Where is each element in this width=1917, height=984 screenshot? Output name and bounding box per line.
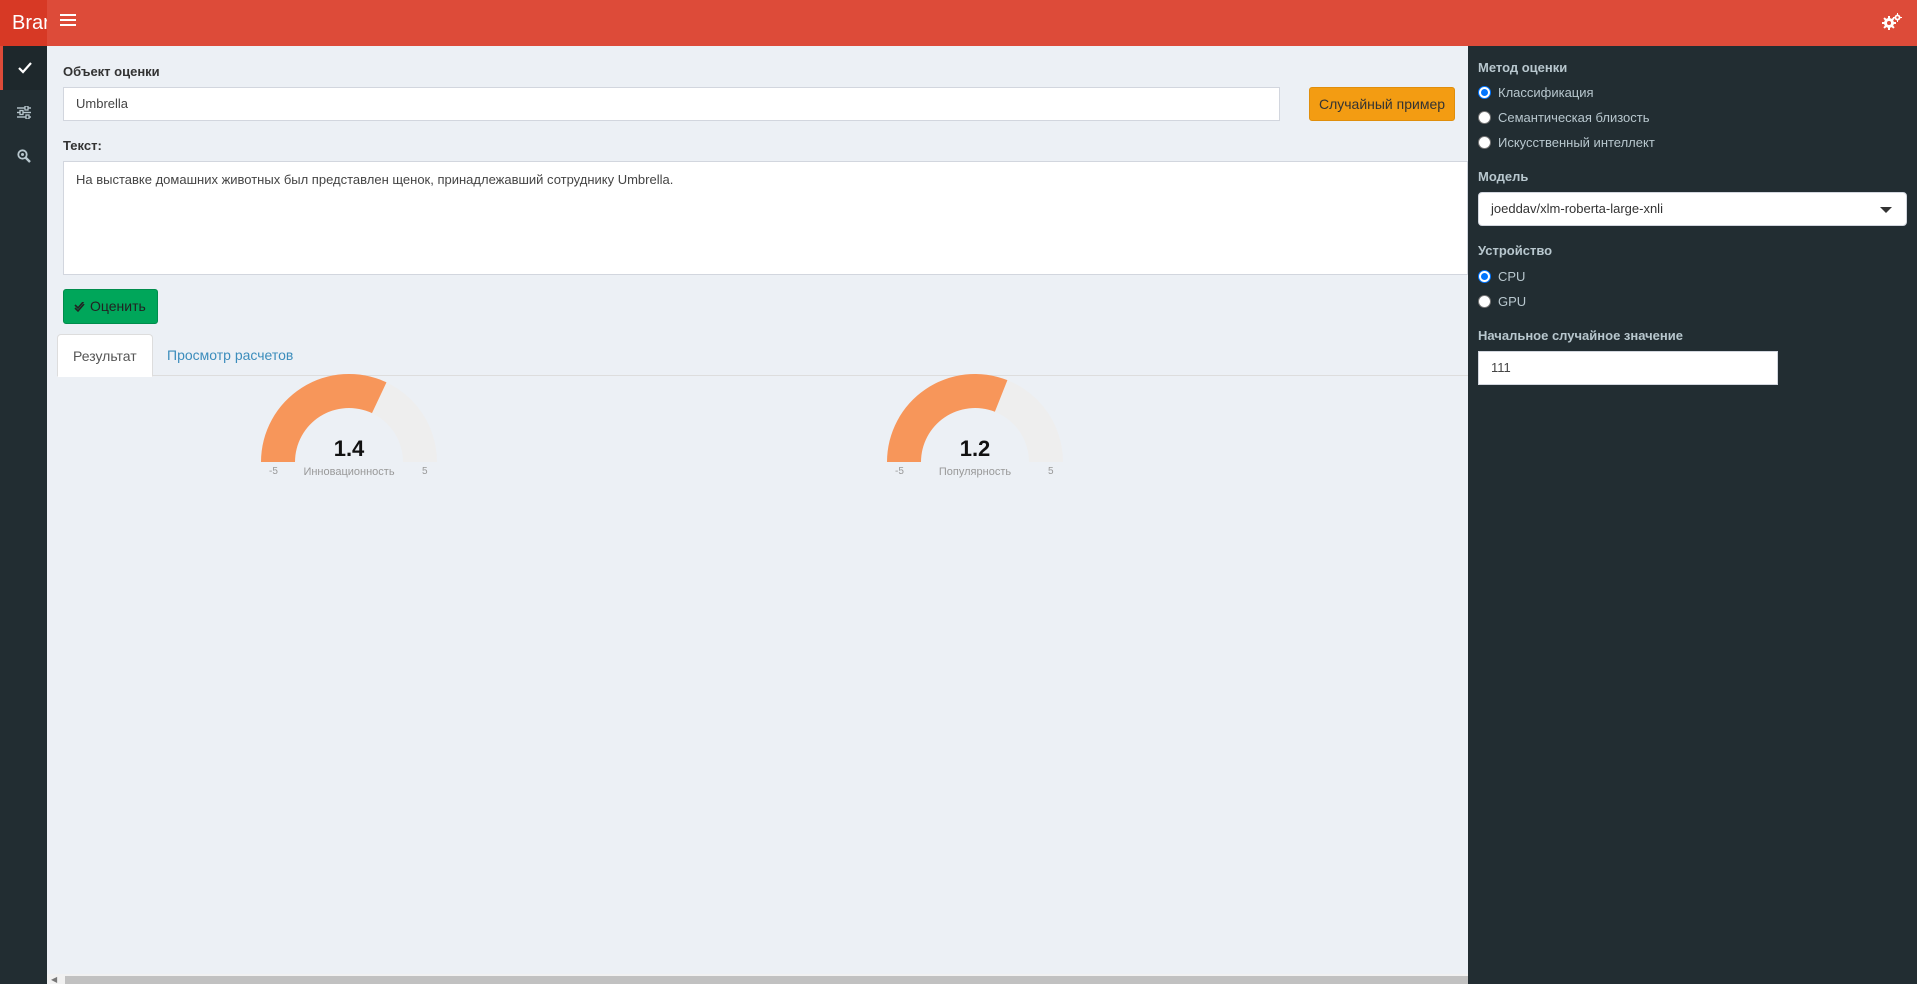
radio-semantic-button[interactable] [1478, 110, 1491, 124]
random-example-button[interactable]: Случайный пример [1309, 87, 1455, 121]
seed-input[interactable]: 111 [1478, 351, 1778, 385]
gauge-popularity-max: 5 [1048, 466, 1054, 477]
object-input[interactable]: Umbrella [63, 87, 1280, 121]
radio-cpu-label: CPU [1498, 268, 1526, 284]
double-check-icon [74, 300, 85, 313]
top-navbar: Brar [0, 0, 1917, 46]
main-content: Объект оценки Umbrella Случайный пример … [47, 46, 1468, 984]
result-tabs: Результат Просмотр расчетов [57, 334, 1468, 377]
gauge-innovation: 1.4 -5 Инновационность 5 [259, 374, 459, 484]
sliders-icon [16, 105, 31, 119]
scroll-left-icon[interactable]: ◀ [51, 975, 57, 984]
sidebar-item-inspect[interactable] [0, 134, 47, 178]
radio-semantic-label: Семантическая близость [1498, 109, 1650, 125]
method-title: Метод оценки [1478, 60, 1568, 75]
gauge-popularity-value: 1.2 [959, 436, 991, 461]
radio-gpu[interactable]: GPU [1478, 292, 1526, 310]
object-label: Объект оценки [63, 64, 160, 79]
radio-cpu-button[interactable] [1478, 269, 1491, 283]
gauge-popularity-label: Популярность [938, 466, 1012, 478]
gauge-popularity: 1.2 -5 Популярность 5 [885, 374, 1085, 484]
radio-classification[interactable]: Классификация [1478, 83, 1594, 101]
chevron-down-icon [1880, 207, 1892, 213]
radio-classification-label: Классификация [1498, 84, 1594, 100]
control-sidebar: Метод оценки Классификация Семантическая… [1468, 46, 1917, 984]
radio-ai-button[interactable] [1478, 135, 1491, 149]
sidebar-toggle-icon[interactable] [60, 14, 76, 30]
radio-classification-button[interactable] [1478, 85, 1491, 99]
tab-calculations[interactable]: Просмотр расчетов [152, 334, 308, 377]
horizontal-scrollbar[interactable]: ◀ [47, 974, 1468, 984]
brand-logo[interactable]: Brar [0, 0, 47, 46]
device-title: Устройство [1478, 243, 1553, 258]
scrollbar-thumb[interactable] [65, 976, 1468, 984]
gauge-innovation-label: Инновационность [303, 466, 395, 478]
sidebar-item-evaluate[interactable] [0, 46, 47, 90]
radio-ai-label: Искусственный интеллект [1498, 134, 1655, 150]
seed-title: Начальное случайное значение [1478, 328, 1683, 343]
gears-icon[interactable] [1881, 12, 1903, 32]
sidebar-item-settings[interactable] [0, 90, 47, 134]
radio-semantic[interactable]: Семантическая близость [1478, 108, 1650, 126]
model-title: Модель [1478, 169, 1529, 184]
left-sidebar [0, 46, 47, 984]
evaluate-button[interactable]: Оценить [63, 289, 158, 324]
model-select-value: joeddav/xlm-roberta-large-xnli [1491, 201, 1663, 216]
text-label: Текст: [63, 138, 102, 153]
model-select[interactable]: joeddav/xlm-roberta-large-xnli [1478, 192, 1907, 226]
tab-result[interactable]: Результат [57, 334, 153, 377]
check-icon [18, 62, 32, 74]
gauge-innovation-value: 1.4 [333, 436, 365, 461]
gauge-innovation-max: 5 [422, 466, 428, 477]
radio-gpu-label: GPU [1498, 293, 1527, 309]
radio-gpu-button[interactable] [1478, 294, 1491, 308]
radio-ai[interactable]: Искусственный интеллект [1478, 133, 1655, 151]
radio-cpu[interactable]: CPU [1478, 267, 1525, 285]
text-area[interactable]: На выставке домашних животных был предст… [63, 161, 1468, 275]
search-icon [16, 149, 31, 163]
evaluate-button-label: Оценить [90, 298, 146, 314]
